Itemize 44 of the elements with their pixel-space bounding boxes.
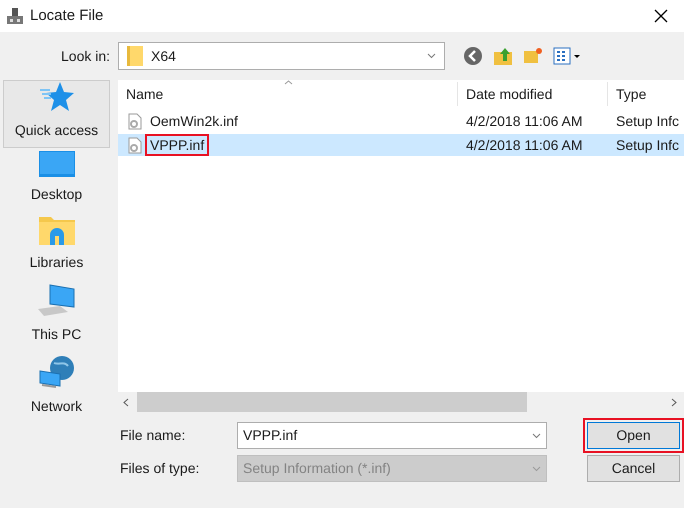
file-icon: [128, 136, 142, 154]
folder-icon: [127, 46, 143, 66]
look-in-dropdown[interactable]: X64: [118, 42, 445, 70]
new-folder-icon[interactable]: [523, 47, 543, 65]
chevron-right-icon[interactable]: [671, 398, 677, 406]
app-icon: [6, 7, 24, 25]
chevron-down-icon: [427, 53, 436, 59]
chevron-left-icon[interactable]: [123, 398, 129, 406]
file-name-field[interactable]: VPPP.inf: [237, 422, 547, 449]
file-name: OemWin2k.inf: [149, 112, 239, 131]
file-name-label: File name:: [120, 426, 186, 445]
horizontal-scrollbar[interactable]: [118, 392, 684, 412]
places-item[interactable]: Network: [3, 354, 110, 424]
view-menu-icon[interactable]: [553, 47, 581, 65]
cancel-button[interactable]: Cancel: [587, 455, 680, 482]
back-icon[interactable]: [463, 46, 483, 66]
file-icon: [128, 112, 142, 130]
network-icon: [38, 355, 76, 389]
file-row[interactable]: VPPP.inf 4/2/2018 11:06 AM Setup Infc: [118, 134, 684, 156]
file-row[interactable]: OemWin2k.inf 4/2/2018 11:06 AM Setup Infc: [118, 110, 684, 132]
chevron-down-icon: [532, 432, 541, 438]
date-cell-text: 4/2/2018 11:06 AM: [465, 136, 584, 154]
file-name: VPPP.inf: [145, 134, 210, 156]
window-title: Locate File: [30, 6, 104, 26]
up-folder-icon[interactable]: [493, 46, 513, 66]
file-type-label: Files of type:: [120, 459, 200, 478]
date-cell-text: 4/2/2018 11:06 AM: [465, 112, 584, 130]
star-icon: [40, 81, 74, 113]
column-header[interactable]: Name: [118, 82, 458, 106]
places-item[interactable]: This PC: [3, 282, 110, 352]
close-icon[interactable]: [654, 9, 668, 23]
chevron-down-icon: [532, 466, 541, 472]
places-item[interactable]: Quick access: [3, 80, 110, 148]
computer-icon: [38, 283, 76, 317]
places-item[interactable]: Libraries: [3, 214, 110, 280]
column-header[interactable]: Date modified: [458, 82, 608, 106]
look-in-label: Look in:: [61, 46, 112, 66]
monitor-icon: [38, 151, 74, 177]
scrollbar-thumb[interactable]: [137, 392, 527, 412]
places-item[interactable]: Desktop: [3, 150, 110, 212]
type-cell-text: Setup Infc: [615, 112, 680, 131]
column-header[interactable]: Type: [608, 82, 684, 106]
type-cell-text: Setup Infc: [615, 136, 680, 155]
folder-icon: [38, 215, 74, 245]
